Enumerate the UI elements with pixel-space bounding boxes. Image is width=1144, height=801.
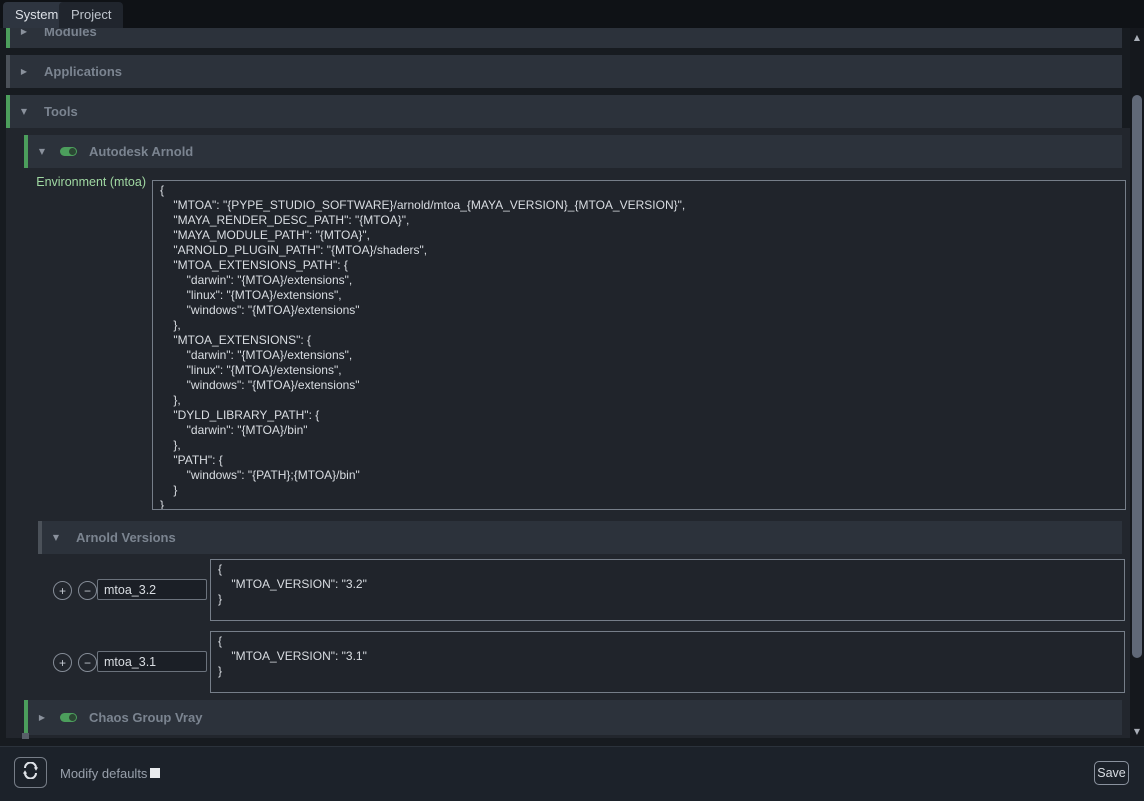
- section-label: Chaos Group Vray: [89, 710, 202, 725]
- scroll-grip: [22, 733, 29, 739]
- modify-defaults-checkbox[interactable]: [150, 768, 160, 778]
- tools-section-body: ▼ Autodesk Arnold Environment (mtoa) { "…: [6, 128, 1130, 738]
- modify-defaults-label: Modify defaults: [60, 766, 147, 781]
- toggle-knob: [69, 148, 76, 155]
- chevron-down-icon: ▼: [34, 147, 50, 156]
- save-button[interactable]: Save: [1094, 761, 1129, 785]
- version-key-input[interactable]: [97, 651, 207, 672]
- environment-mtoa-label: Environment (mtoa): [20, 175, 146, 189]
- settings-scroll-area: ▶ Modules ▶ Applications ▼ Tools ▼ Autod…: [0, 28, 1130, 746]
- section-header-chaos-group-vray[interactable]: ▶ Chaos Group Vray: [24, 700, 1122, 735]
- version-json-editor[interactable]: { "MTOA_VERSION": "3.1" }: [210, 631, 1125, 693]
- scrollbar-down-arrow-icon[interactable]: ▼: [1130, 727, 1144, 736]
- section-label: Tools: [44, 104, 78, 119]
- refresh-button[interactable]: [14, 757, 47, 788]
- section-header-tools[interactable]: ▼ Tools: [6, 95, 1122, 128]
- enable-toggle[interactable]: [60, 713, 77, 722]
- chevron-right-icon: ▶: [16, 67, 32, 76]
- vertical-scrollbar[interactable]: ▲ ▼: [1130, 28, 1144, 746]
- section-header-modules[interactable]: ▶ Modules: [6, 28, 1122, 48]
- chevron-down-icon: ▼: [48, 533, 64, 542]
- section-header-arnold-versions[interactable]: ▼ Arnold Versions: [38, 521, 1122, 554]
- chevron-right-icon: ▶: [16, 28, 32, 36]
- section-header-autodesk-arnold[interactable]: ▼ Autodesk Arnold: [24, 135, 1122, 168]
- scrollbar-up-arrow-icon[interactable]: ▲: [1130, 33, 1144, 42]
- version-key-input[interactable]: [97, 579, 207, 600]
- settings-window: System Project ▶ Modules ▶ Applications …: [0, 0, 1144, 801]
- tab-project[interactable]: Project: [59, 2, 123, 28]
- toggle-knob: [69, 714, 76, 721]
- add-version-button[interactable]: +: [53, 581, 72, 600]
- chevron-right-icon: ▶: [34, 713, 50, 722]
- remove-version-button[interactable]: −: [78, 653, 97, 672]
- footer-bar: Modify defaults Save: [0, 746, 1144, 801]
- section-label: Arnold Versions: [76, 530, 176, 545]
- remove-version-button[interactable]: −: [78, 581, 97, 600]
- enable-toggle[interactable]: [60, 147, 77, 156]
- section-header-applications[interactable]: ▶ Applications: [6, 55, 1122, 88]
- section-label: Autodesk Arnold: [89, 144, 193, 159]
- chevron-down-icon: ▼: [16, 107, 32, 116]
- scrollbar-thumb[interactable]: [1132, 95, 1142, 658]
- tab-bar: System Project: [0, 0, 1144, 28]
- section-label: Modules: [44, 28, 97, 39]
- refresh-icon: [22, 762, 39, 784]
- add-version-button[interactable]: +: [53, 653, 72, 672]
- environment-mtoa-json-editor[interactable]: { "MTOA": "{PYPE_STUDIO_SOFTWARE}/arnold…: [152, 180, 1126, 510]
- version-json-editor[interactable]: { "MTOA_VERSION": "3.2" }: [210, 559, 1125, 621]
- section-label: Applications: [44, 64, 122, 79]
